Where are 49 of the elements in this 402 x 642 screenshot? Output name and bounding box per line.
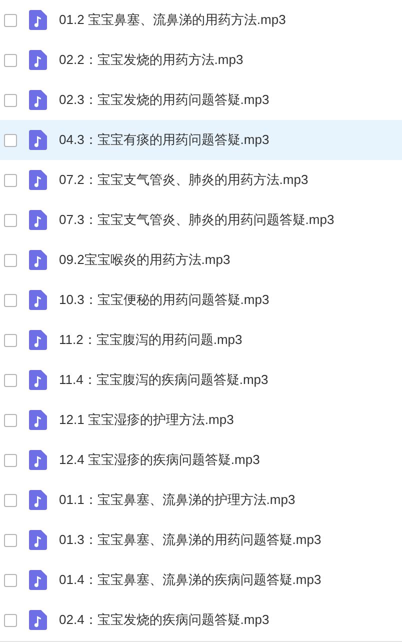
file-name[interactable]: 11.2：宝宝腹泻的用药问题.mp3: [59, 330, 242, 350]
checkbox[interactable]: [4, 294, 17, 306]
checkbox[interactable]: [4, 214, 17, 226]
checkbox[interactable]: [4, 254, 17, 266]
file-name[interactable]: 01.3：宝宝鼻塞、流鼻涕的用药问题答疑.mp3: [59, 530, 322, 550]
file-name[interactable]: 11.4：宝宝腹泻的疾病问题答疑.mp3: [59, 370, 268, 390]
checkbox[interactable]: [4, 174, 17, 186]
checkbox[interactable]: [4, 94, 17, 106]
checkbox[interactable]: [4, 414, 17, 426]
music-file-icon: [29, 410, 47, 430]
music-file-icon: [29, 530, 47, 550]
music-file-icon: [29, 250, 47, 270]
music-file-icon: [29, 130, 47, 150]
file-name[interactable]: 07.2：宝宝支气管炎、肺炎的用药方法.mp3: [59, 170, 308, 190]
checkbox[interactable]: [4, 454, 17, 466]
music-file-icon: [29, 290, 47, 310]
file-name[interactable]: 12.4 宝宝湿疹的疾病问题答疑.mp3: [59, 450, 260, 470]
music-file-icon: [29, 370, 47, 390]
file-name[interactable]: 07.3：宝宝支气管炎、肺炎的用药问题答疑.mp3: [59, 210, 334, 230]
file-name[interactable]: 01.1：宝宝鼻塞、流鼻涕的护理方法.mp3: [59, 490, 296, 510]
music-file-icon: [29, 490, 47, 510]
music-file-icon: [29, 450, 47, 470]
checkbox[interactable]: [4, 374, 17, 386]
file-name[interactable]: 10.3：宝宝便秘的用药问题答疑.mp3: [59, 290, 270, 310]
checkbox[interactable]: [4, 134, 17, 146]
file-name[interactable]: 12.1 宝宝湿疹的护理方法.mp3: [59, 410, 234, 430]
music-file-icon: [29, 210, 47, 230]
checkbox[interactable]: [4, 14, 17, 26]
file-name[interactable]: 01.4：宝宝鼻塞、流鼻涕的疾病问题答疑.mp3: [59, 570, 322, 590]
music-file-icon: [29, 570, 47, 590]
file-name[interactable]: 02.2：宝宝发烧的用药方法.mp3: [59, 50, 244, 70]
file-name[interactable]: 04.3：宝宝有痰的用药问题答疑.mp3: [59, 130, 270, 150]
checkbox[interactable]: [4, 614, 17, 626]
file-name[interactable]: 01.2 宝宝鼻塞、流鼻涕的用药方法.mp3: [59, 10, 286, 30]
checkbox[interactable]: [4, 54, 17, 66]
checkbox[interactable]: [4, 334, 17, 346]
file-name[interactable]: 02.4：宝宝发烧的疾病问题答疑.mp3: [59, 610, 270, 630]
file-row[interactable]: 04.3：宝宝有痰的用药问题答疑.mp3: [0, 120, 402, 160]
music-file-icon: [29, 10, 47, 30]
music-file-icon: [29, 330, 47, 350]
checkbox[interactable]: [4, 494, 17, 506]
file-name[interactable]: 09.2宝宝喉炎的用药方法.mp3: [59, 250, 230, 270]
checkbox[interactable]: [4, 534, 17, 546]
music-file-icon: [29, 50, 47, 70]
music-file-icon: [29, 610, 47, 630]
checkbox[interactable]: [4, 574, 17, 586]
music-file-icon: [29, 90, 47, 110]
music-file-icon: [29, 170, 47, 190]
file-name[interactable]: 02.3：宝宝发烧的用药问题答疑.mp3: [59, 90, 270, 110]
